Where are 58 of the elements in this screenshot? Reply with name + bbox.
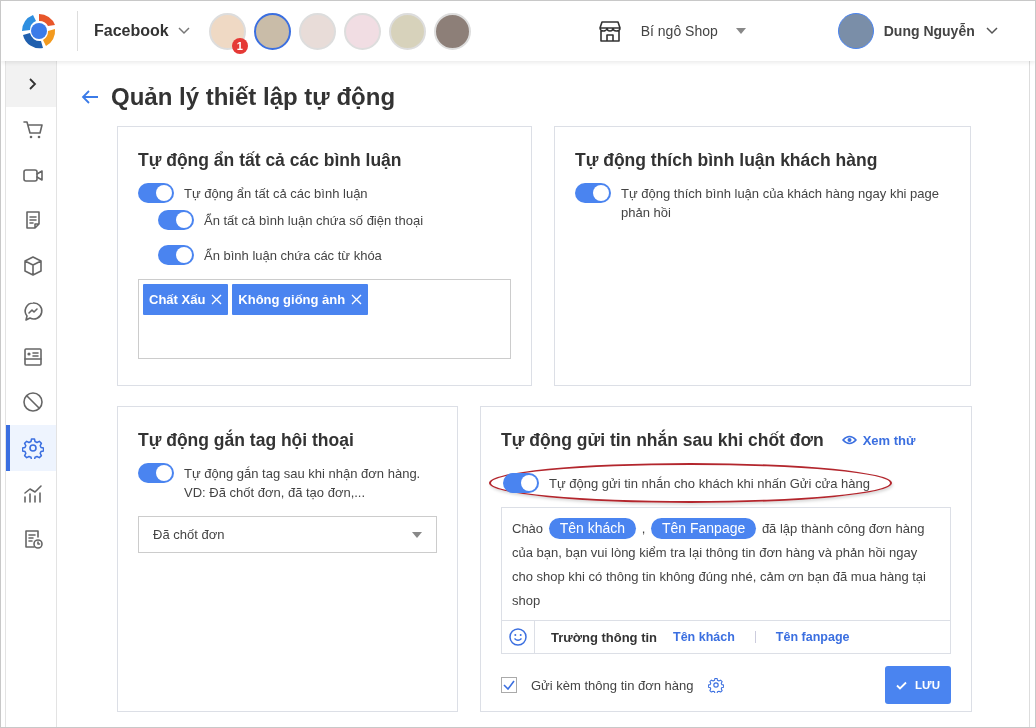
- emoji-icon[interactable]: [509, 628, 527, 646]
- checkbox-label: Gửi kèm thông tin đơn hàng: [531, 677, 694, 693]
- chevron-right-icon: [29, 77, 37, 90]
- chat-bubble-icon: [22, 300, 44, 323]
- check-icon: [503, 680, 515, 690]
- toggle-label: Tự động ẩn tất cả các bình luận: [184, 185, 368, 203]
- blocked-icon: [22, 391, 44, 414]
- card-title: Tự động ẩn tất cả các bình luận: [138, 149, 402, 172]
- checkbox[interactable]: [501, 677, 517, 693]
- toggle-switch[interactable]: [575, 183, 611, 203]
- tag-dropdown[interactable]: Đã chốt đơn: [138, 516, 437, 553]
- toggle-label: Tự động thích bình luận của khách hàng ngay khi page phản hồi: [621, 185, 941, 222]
- card-title: Tự động gửi tin nhắn sau khi chốt đơn: [501, 428, 824, 452]
- toggle-label: Ẩn bình luận chứa các từ khóa: [204, 247, 382, 265]
- caret-down-icon[interactable]: [412, 531, 422, 538]
- store-icon[interactable]: [596, 19, 623, 43]
- keyword-tag[interactable]: Chất Xấu: [143, 284, 229, 315]
- report-clock-icon: [22, 527, 44, 550]
- save-button[interactable]: LƯU: [885, 666, 951, 704]
- toggle-switch[interactable]: [158, 210, 194, 230]
- notification-badge: 1: [231, 37, 248, 54]
- settings-icon: [22, 436, 44, 459]
- user-name[interactable]: Dung Nguyễn: [883, 23, 975, 39]
- shop-name[interactable]: Bí ngô Shop: [640, 23, 718, 39]
- message-editor[interactable]: Chào Tên khách , Tên Fanpage đã lập thành công đơn hàng của bạn, bạn vui lòng kiểm tra lại thông tin đơn hàng và phản hồi ngay cho shop khi có thông tin không đúng nhé, cảm ơn bạn đã mua hàng tại shop: [502, 508, 950, 621]
- id-card-icon: [22, 345, 44, 368]
- card-title: Tự động gắn tag hội thoại: [138, 428, 354, 452]
- box-icon: [22, 254, 44, 277]
- toggle-switch[interactable]: [503, 473, 539, 493]
- page-avatar[interactable]: [253, 12, 291, 50]
- close-icon[interactable]: [211, 294, 223, 305]
- keyword-input[interactable]: Chất Xấu Không giống ảnh: [138, 279, 511, 359]
- toggle-switch[interactable]: [158, 245, 194, 265]
- user-avatar[interactable]: [837, 13, 874, 49]
- back-arrow-icon[interactable]: [81, 89, 99, 105]
- toggle-label: Tự động gửi tin nhắn cho khách khi nhấn Gửi cửa hàng: [549, 475, 870, 491]
- variable-chip[interactable]: Tên khách: [548, 518, 637, 539]
- preview-link[interactable]: Xem thử: [841, 432, 916, 448]
- toggle-label: Ẩn tất cả bình luận chứa số điện thoại: [204, 212, 424, 230]
- check-icon: [896, 680, 908, 690]
- platform-name[interactable]: Facebook: [94, 22, 169, 40]
- eye-icon: [841, 435, 857, 445]
- field-link[interactable]: Tên fanpage: [775, 630, 850, 644]
- close-icon[interactable]: [351, 294, 363, 305]
- settings-icon[interactable]: [707, 677, 724, 693]
- card-title: Tự động thích bình luận khách hàng: [575, 149, 878, 172]
- cart-icon: [22, 118, 44, 141]
- caret-down-icon[interactable]: [735, 28, 746, 34]
- toggle-switch[interactable]: [138, 183, 174, 203]
- keyword-tag[interactable]: Không giống ảnh: [232, 284, 369, 315]
- page-title: Quản lý thiết lập tự động: [111, 83, 396, 111]
- field-bar-label: Trường thông tin: [551, 629, 658, 645]
- field-link[interactable]: Tên khách: [673, 630, 735, 644]
- variable-chip[interactable]: Tên Fanpage: [650, 518, 757, 539]
- sidebar-item[interactable]: [6, 425, 56, 471]
- toggle-switch[interactable]: [138, 463, 174, 483]
- toggle-label: Tự động gắn tag sau khi nhận đơn hàng. VD: Đã chốt đơn, đã tạo đơn,...: [184, 465, 422, 502]
- chart-icon: [22, 482, 44, 505]
